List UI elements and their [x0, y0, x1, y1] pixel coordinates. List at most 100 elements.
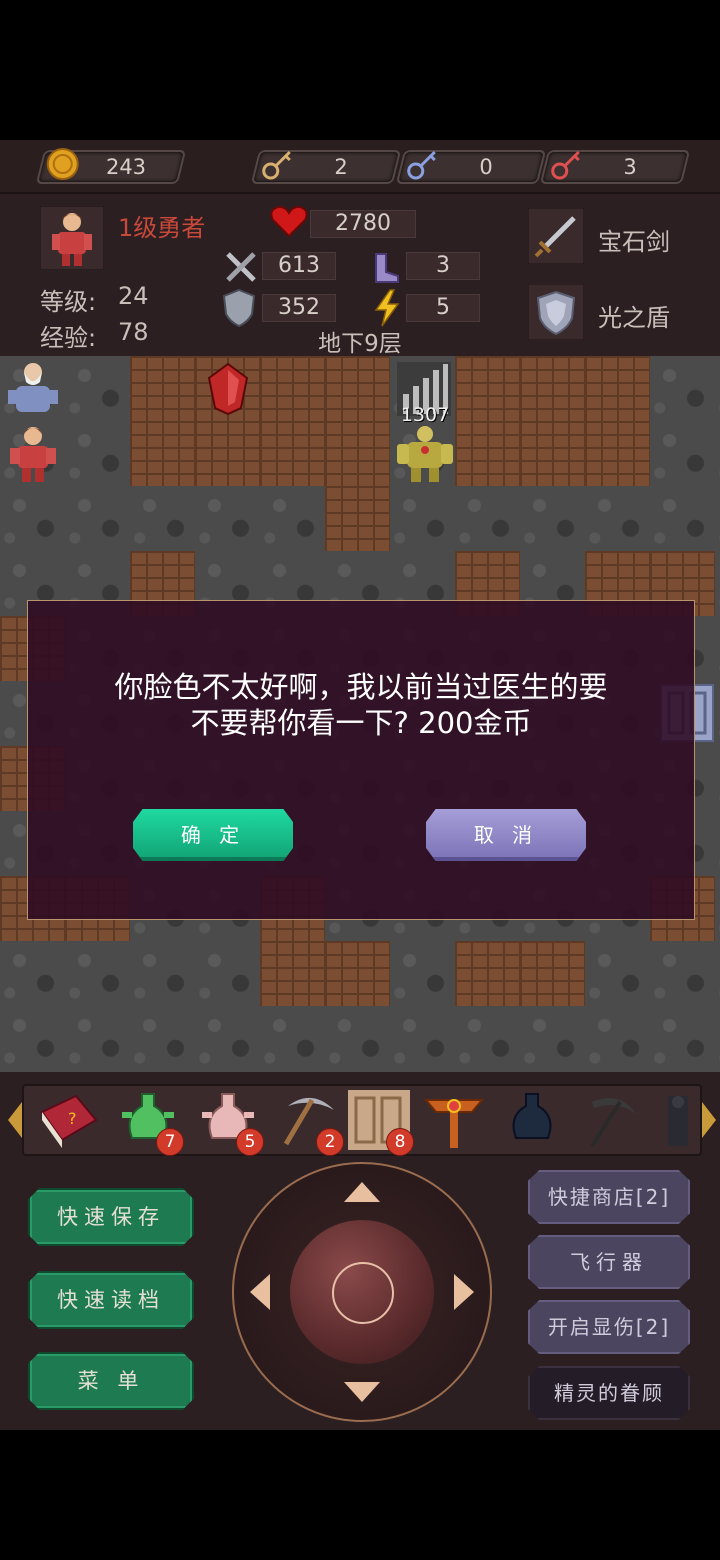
- red-gem-icon[interactable]: [205, 362, 251, 416]
- red-key-value: 3: [623, 155, 637, 179]
- heart-icon: [270, 205, 308, 238]
- dirt-wall: [455, 941, 520, 1006]
- item-slot[interactable]: [422, 1090, 486, 1150]
- crossed-swords-icon: [226, 252, 256, 282]
- resource-bar: 243 2 0 3: [0, 140, 720, 194]
- confirm-button[interactable]: 确 定: [133, 809, 293, 861]
- dirt-wall: [325, 356, 390, 421]
- weapon-name: 宝石剑: [598, 228, 670, 256]
- yellow-key-value: 2: [334, 155, 348, 179]
- dirt-wall: [260, 421, 325, 486]
- dirt-wall: [585, 356, 650, 421]
- gold-value: 243: [105, 155, 147, 179]
- old-man-npc[interactable]: [2, 358, 64, 420]
- npc-dialog: 你脸色不太好啊，我以前当过医生的要 不要帮你看一下? 200金币 确 定 取 消: [27, 600, 695, 920]
- hero-title: 1级勇者: [118, 214, 206, 242]
- exp-value: 78: [118, 318, 149, 346]
- item-count-badge: 8: [386, 1128, 414, 1156]
- dirt-wall: [325, 421, 390, 486]
- dirt-wall: [130, 356, 195, 421]
- yellow-key-counter: 2: [250, 150, 402, 184]
- show-damage-button[interactable]: 开启显伤[2]: [528, 1300, 690, 1354]
- lightning-icon: [374, 289, 400, 327]
- dpad: [232, 1162, 492, 1422]
- elf-favor-button[interactable]: 精灵的眷顾: [528, 1366, 690, 1420]
- dirt-wall: [585, 421, 650, 486]
- light-shield-icon: [528, 284, 584, 340]
- golden-knight-enemy[interactable]: [393, 422, 457, 484]
- hp-value: 2780: [335, 211, 391, 236]
- hero-avatar: [40, 206, 104, 270]
- down-arrow-icon[interactable]: [342, 1380, 382, 1404]
- gold-coin-icon: [46, 148, 79, 180]
- ring-icon: [332, 1262, 394, 1324]
- scythe-icon: [590, 1098, 636, 1148]
- item-count-badge: 5: [236, 1128, 264, 1156]
- dialog-message: 你脸色不太好啊，我以前当过医生的要 不要帮你看一下? 200金币: [114, 670, 608, 740]
- hero-status-panel: 1级勇者 等级: 24 经验: 78 2780 613 3 352 5 地下9层: [0, 194, 720, 357]
- blue-key-icon: [407, 150, 436, 180]
- item-count-badge: 7: [156, 1128, 184, 1156]
- item-bar: ? 7 5 2 8: [8, 1084, 716, 1156]
- flyer-button[interactable]: 飞行器: [528, 1235, 690, 1289]
- dirt-wall: [520, 941, 585, 1006]
- item-count-badge: 2: [316, 1128, 344, 1156]
- shield-icon: [222, 288, 256, 328]
- dirt-wall: [520, 421, 585, 486]
- item-slot[interactable]: 2: [276, 1090, 344, 1156]
- gold-counter: 243: [35, 148, 187, 184]
- red-key-counter: 3: [539, 150, 691, 184]
- magic-box: 5: [406, 294, 480, 322]
- dirt-wall: [455, 421, 520, 486]
- dirt-wall: [520, 356, 585, 421]
- item-slot[interactable]: [500, 1090, 564, 1150]
- item-slot[interactable]: 7: [116, 1090, 184, 1156]
- floor-label: 地下9层: [318, 331, 402, 357]
- right-arrow-icon[interactable]: [452, 1272, 476, 1312]
- dirt-wall: [325, 486, 390, 551]
- defense-value: 352: [278, 295, 320, 320]
- scroll-left-icon[interactable]: [6, 1100, 24, 1140]
- magic-value: 5: [436, 295, 450, 320]
- sword-icon: [528, 208, 584, 264]
- quick-save-button[interactable]: 快速保存: [28, 1188, 194, 1246]
- item-slot[interactable]: [580, 1090, 644, 1150]
- up-arrow-icon[interactable]: [342, 1180, 382, 1204]
- dark-statue-icon: [668, 1096, 688, 1146]
- dpad-center-button[interactable]: [290, 1220, 434, 1364]
- scroll-right-icon[interactable]: [700, 1100, 718, 1140]
- dirt-wall: [260, 356, 325, 421]
- hero-sprite: [10, 427, 56, 482]
- control-panel: ? 7 5 2 8 快速保存 快速读档 菜 单 快捷商店[2] 飞行器 开启显伤…: [0, 1072, 720, 1430]
- dark-potion-icon: [512, 1093, 552, 1139]
- boots-icon: [375, 253, 399, 283]
- dirt-wall: [260, 941, 325, 1006]
- dirt-wall: [325, 941, 390, 1006]
- quick-load-button[interactable]: 快速读档: [28, 1271, 194, 1329]
- svg-text:?: ?: [68, 1109, 77, 1128]
- item-slot[interactable]: 8: [346, 1090, 414, 1156]
- dirt-wall: [195, 421, 260, 486]
- agility-value: 3: [436, 253, 450, 278]
- cancel-button[interactable]: 取 消: [426, 809, 586, 861]
- red-key-icon: [551, 150, 580, 180]
- item-slot[interactable]: 5: [196, 1090, 264, 1156]
- attack-value: 613: [278, 253, 320, 278]
- menu-button[interactable]: 菜 单: [28, 1352, 194, 1410]
- yellow-key-icon: [262, 150, 291, 180]
- attack-box: 613: [262, 252, 336, 280]
- dirt-wall: [455, 356, 520, 421]
- blue-key-value: 0: [479, 155, 493, 179]
- item-slot[interactable]: ?: [36, 1090, 100, 1150]
- book-icon: ?: [40, 1094, 98, 1148]
- shield-name: 光之盾: [598, 304, 670, 332]
- level-label: 等级:: [40, 288, 97, 316]
- defense-box: 352: [262, 294, 336, 322]
- cross-staff-icon: [423, 1099, 485, 1148]
- level-value: 24: [118, 282, 149, 310]
- item-slot[interactable]: [656, 1090, 696, 1150]
- left-arrow-icon[interactable]: [248, 1272, 272, 1312]
- hp-box: 2780: [310, 210, 416, 238]
- quick-shop-button[interactable]: 快捷商店[2]: [528, 1170, 690, 1224]
- exp-label: 经验:: [40, 324, 97, 352]
